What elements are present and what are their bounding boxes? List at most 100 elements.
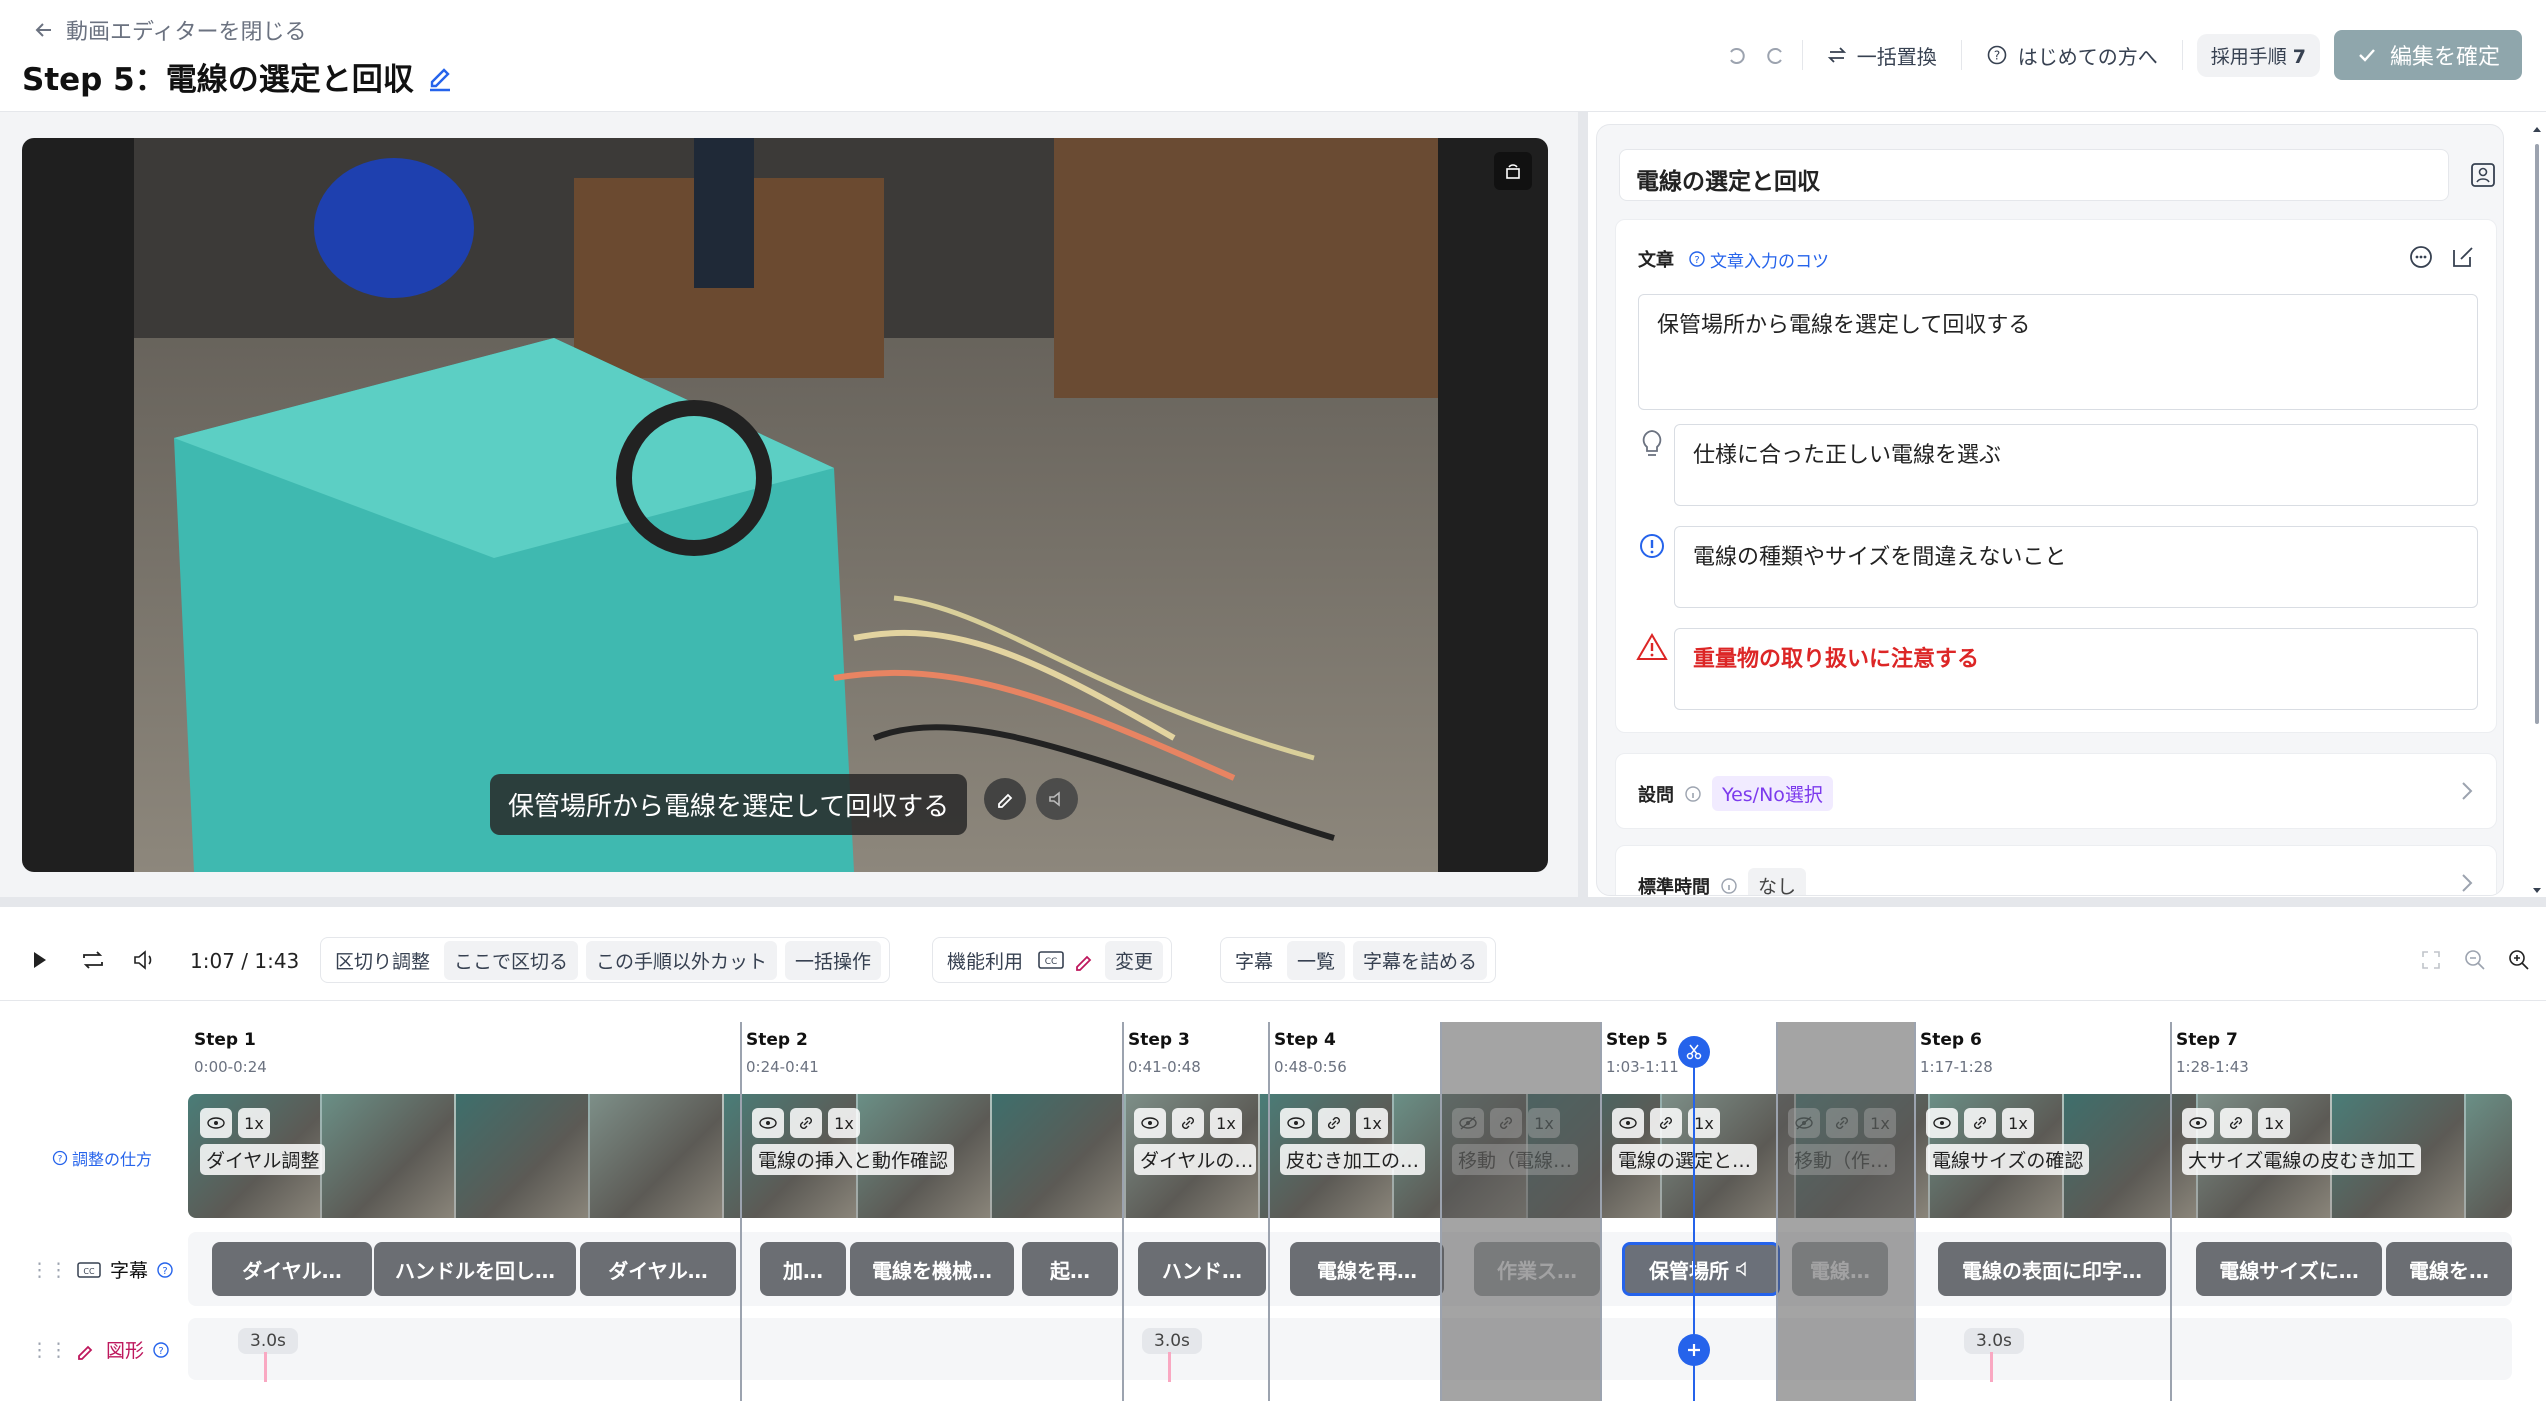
- edit-title-icon[interactable]: [426, 62, 454, 92]
- svg-text:?: ?: [162, 1266, 167, 1277]
- shape-marker[interactable]: [1168, 1352, 1171, 1382]
- volume-button[interactable]: [132, 949, 158, 971]
- speed-badge[interactable]: 1x: [828, 1108, 860, 1138]
- visibility-icon[interactable]: [752, 1108, 784, 1138]
- subtitle-block[interactable]: ハンド…: [1138, 1242, 1266, 1296]
- timeline-divider[interactable]: [0, 897, 2546, 907]
- step-boundary[interactable]: [740, 1022, 742, 1401]
- cut-group: 区切り調整 ここで区切る この手順以外カット 一括操作: [320, 937, 891, 983]
- link-icon[interactable]: [1172, 1108, 1204, 1138]
- bulk-action-button[interactable]: 一括操作: [785, 940, 882, 980]
- subtitle-block[interactable]: 保管場所: [1622, 1242, 1780, 1296]
- main-text-field[interactable]: 保管場所から電線を選定して回収する: [1638, 294, 2478, 410]
- edit-subtitle-button[interactable]: [984, 778, 1026, 820]
- zoom-out-icon[interactable]: [2464, 949, 2486, 971]
- shape-marker[interactable]: [264, 1352, 267, 1382]
- help-icon[interactable]: ?: [152, 1341, 170, 1359]
- speed-badge[interactable]: 1x: [2258, 1108, 2290, 1138]
- help-icon: ?: [1986, 44, 2008, 66]
- visibility-icon[interactable]: [1280, 1108, 1312, 1138]
- replace-all-button[interactable]: 一括置換: [1803, 30, 1961, 80]
- step-boundary[interactable]: [1600, 1022, 1602, 1401]
- first-time-guide-button[interactable]: ? はじめての方へ: [1962, 30, 2182, 80]
- add-shape-icon[interactable]: [1678, 1334, 1710, 1366]
- visibility-icon[interactable]: [200, 1108, 232, 1138]
- page-title: Step 5：電線の選定と回収: [22, 54, 454, 99]
- link-icon[interactable]: [1650, 1108, 1682, 1138]
- compact-subtitles-button[interactable]: 字幕を詰める: [1353, 940, 1488, 980]
- shape-track-name: 図形: [106, 1340, 145, 1362]
- rotate-video-button[interactable]: [1494, 152, 1532, 190]
- speed-badge[interactable]: 1x: [238, 1108, 270, 1138]
- text-tips-link[interactable]: ? 文章入力のコツ: [1688, 247, 1829, 272]
- step-boundary[interactable]: [1914, 1022, 1916, 1401]
- adjust-howto-link[interactable]: ? 調整の仕方: [52, 1146, 152, 1170]
- caution-text-field[interactable]: 電線の種類やサイズを間違えないこと: [1674, 526, 2478, 608]
- thumbnail-icon[interactable]: [2469, 161, 2497, 189]
- step-boundary[interactable]: [1776, 1022, 1778, 1401]
- visibility-icon[interactable]: [1612, 1108, 1644, 1138]
- link-icon[interactable]: [1964, 1108, 1996, 1138]
- subtitle-list-button[interactable]: 一覧: [1287, 940, 1346, 980]
- subtitle-block[interactable]: ダイヤル…: [212, 1242, 372, 1296]
- subtitle-block[interactable]: 電線を機械…: [850, 1242, 1014, 1296]
- video-player[interactable]: 保管場所から電線を選定して回収する: [22, 138, 1548, 872]
- shape-duration-badge[interactable]: 3.0s: [1142, 1328, 1202, 1354]
- shape-duration-badge[interactable]: 3.0s: [238, 1328, 298, 1354]
- link-icon[interactable]: [2220, 1108, 2252, 1138]
- clip-controls: 1x: [1926, 1108, 2034, 1138]
- loop-button[interactable]: [80, 949, 106, 971]
- speed-badge[interactable]: 1x: [2002, 1108, 2034, 1138]
- fit-icon[interactable]: [2420, 949, 2442, 971]
- subtitle-block[interactable]: 電線サイズに…: [2196, 1242, 2382, 1296]
- link-icon[interactable]: [790, 1108, 822, 1138]
- question-row[interactable]: 設問 Yes/No選択: [1615, 753, 2497, 829]
- visibility-icon[interactable]: [2182, 1108, 2214, 1138]
- play-button[interactable]: [28, 949, 50, 971]
- subtitle-block[interactable]: 電線の表面に印字…: [1938, 1242, 2166, 1296]
- undo-button[interactable]: [1718, 30, 1756, 80]
- subtitle-block[interactable]: 電線を…: [2386, 1242, 2512, 1296]
- subtitle-block[interactable]: 起…: [1022, 1242, 1118, 1296]
- link-icon[interactable]: [1318, 1108, 1350, 1138]
- panel-scrollbar[interactable]: [2532, 124, 2542, 896]
- step-boundary[interactable]: [1268, 1022, 1270, 1401]
- step-boundary[interactable]: [1440, 1022, 1442, 1401]
- cc-icon[interactable]: CC: [1037, 950, 1065, 970]
- redo-button[interactable]: [1756, 30, 1802, 80]
- visibility-icon[interactable]: [1134, 1108, 1166, 1138]
- cut-here-button[interactable]: ここで区切る: [444, 940, 579, 980]
- change-button[interactable]: 変更: [1105, 940, 1164, 980]
- panel-splitter[interactable]: [1578, 112, 1588, 897]
- comment-icon[interactable]: [2408, 244, 2434, 270]
- scissors-icon[interactable]: [1678, 1036, 1710, 1068]
- shape-pen-icon[interactable]: [1073, 949, 1097, 971]
- step-boundary[interactable]: [2170, 1022, 2172, 1401]
- visibility-icon[interactable]: [1926, 1108, 1958, 1138]
- edit-note-icon[interactable]: [2450, 244, 2476, 270]
- shape-track-label: ⋮⋮ 図形 ?: [30, 1336, 170, 1363]
- drag-handle-icon[interactable]: ⋮⋮: [30, 1339, 68, 1361]
- cut-others-button[interactable]: この手順以外カット: [586, 940, 778, 980]
- subtitle-block[interactable]: ハンドルを回し…: [374, 1242, 576, 1296]
- clip-filmstrip[interactable]: 1xダイヤル調整1x電線の挿入と動作確認1xダイヤルの…1x皮むき加工の…1x移…: [188, 1094, 2512, 1218]
- help-icon[interactable]: ?: [156, 1261, 174, 1279]
- standard-time-row[interactable]: 標準時間 なし: [1615, 845, 2497, 895]
- speed-badge[interactable]: 1x: [1210, 1108, 1242, 1138]
- subtitle-audio-button[interactable]: [1036, 778, 1078, 820]
- warning-text-field[interactable]: 重量物の取り扱いに注意する: [1674, 628, 2478, 710]
- zoom-in-icon[interactable]: [2508, 949, 2530, 971]
- confirm-edit-button[interactable]: 編集を確定: [2333, 30, 2522, 80]
- subtitle-block[interactable]: 加…: [760, 1242, 846, 1296]
- hint-text-field[interactable]: 仕様に合った正しい電線を選ぶ: [1674, 424, 2478, 506]
- subtitle-block[interactable]: ダイヤル…: [580, 1242, 736, 1296]
- shape-marker[interactable]: [1990, 1352, 1993, 1382]
- close-editor-link[interactable]: 動画エディターを閉じる: [34, 14, 306, 46]
- shape-duration-badge[interactable]: 3.0s: [1964, 1328, 2024, 1354]
- drag-handle-icon[interactable]: ⋮⋮: [30, 1259, 68, 1281]
- speed-badge[interactable]: 1x: [1356, 1108, 1388, 1138]
- subtitle-block[interactable]: 電線を再…: [1290, 1242, 1444, 1296]
- clip-title: ダイヤル調整: [200, 1144, 326, 1175]
- step-name-field[interactable]: 電線の選定と回収: [1619, 149, 2449, 201]
- step-boundary[interactable]: [1122, 1022, 1124, 1401]
